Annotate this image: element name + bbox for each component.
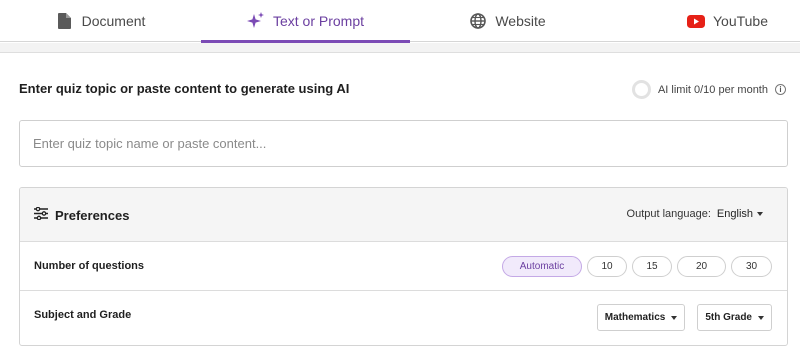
chevron-down-icon (671, 315, 678, 320)
sliders-icon (34, 206, 48, 223)
topic-input[interactable] (19, 120, 788, 167)
subject-value: Mathematics (604, 312, 666, 323)
tab-website-label: Website (495, 13, 546, 29)
tab-text-or-prompt[interactable]: Text or Prompt (201, 0, 410, 43)
output-language-value: English (716, 208, 753, 220)
ai-limit: AI limit 0/10 per month i (631, 80, 786, 99)
chevron-down-icon (757, 212, 763, 216)
subject-dropdown[interactable]: Mathematics (596, 304, 686, 331)
preferences-title-label: Preferences (55, 207, 130, 223)
question-count-automatic[interactable]: Automatic (502, 256, 582, 277)
question-count-10[interactable]: 10 (587, 256, 627, 277)
tab-website[interactable]: Website (410, 0, 605, 42)
youtube-icon (686, 12, 705, 30)
number-of-questions-row: Number of questions Automatic 10 15 20 3… (20, 242, 787, 291)
question-count-20[interactable]: 20 (677, 256, 726, 277)
tab-document[interactable]: Document (0, 0, 201, 42)
info-icon[interactable]: i (775, 84, 786, 95)
tab-document-label: Document (81, 13, 146, 29)
output-language-dropdown[interactable]: English (717, 208, 763, 220)
tab-text-or-prompt-label: Text or Prompt (272, 13, 365, 29)
preferences-header: Preferences Output language: English (20, 188, 787, 242)
question-count-options: Automatic 10 15 20 30 (502, 256, 772, 277)
sparkle-icon (246, 12, 265, 30)
tab-youtube[interactable]: YouTube (605, 0, 800, 42)
globe-icon (469, 12, 487, 30)
tab-youtube-label: YouTube (712, 13, 768, 29)
grade-value: 5th Grade (705, 312, 752, 323)
ai-limit-progress-ring (631, 80, 651, 99)
question-count-30[interactable]: 30 (731, 256, 772, 277)
divider-band (0, 43, 800, 53)
source-tabs: Document Text or Prompt Website YouTube (0, 0, 800, 43)
subject-grade-label: Subject and Grade (34, 309, 132, 321)
preferences-panel: Preferences Output language: English Num… (19, 187, 788, 346)
grade-dropdown[interactable]: 5th Grade (697, 304, 772, 331)
document-icon (56, 12, 74, 30)
subject-grade-selects: Mathematics 5th Grade (596, 304, 772, 331)
preferences-title: Preferences (34, 206, 130, 223)
question-count-15[interactable]: 15 (632, 256, 672, 277)
output-language-label: Output language: (626, 208, 711, 220)
ai-limit-text: AI limit 0/10 per month (657, 83, 768, 96)
chevron-down-icon (758, 315, 764, 320)
page-heading: Enter quiz topic or paste content to gen… (19, 81, 350, 96)
subject-grade-row: Subject and Grade Mathematics 5th Grade (20, 291, 787, 345)
number-of-questions-label: Number of questions (34, 260, 145, 272)
output-language: Output language: English (627, 208, 763, 220)
